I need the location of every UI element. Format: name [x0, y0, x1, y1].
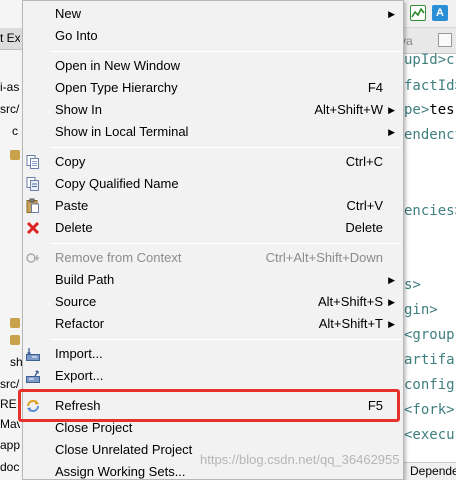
status-tab[interactable]: Depende — [404, 462, 456, 480]
submenu-arrow-icon: ▶ — [388, 127, 395, 137]
export-icon — [25, 368, 41, 384]
package-icon — [10, 318, 20, 328]
project-explorer-tab[interactable]: t Ex — [0, 28, 22, 50]
menu-item-label: Show In — [55, 102, 102, 117]
menu-item-shortcut: Ctrl+V — [346, 198, 383, 213]
menu-item-copy-qualified-name[interactable]: Copy Qualified Name — [23, 173, 403, 195]
font-icon[interactable]: A — [432, 5, 448, 21]
tree-item[interactable]: appl — [0, 438, 20, 452]
highlight-annotation-box — [18, 389, 400, 422]
code-line: s> — [404, 277, 421, 293]
menu-item-shortcut: Alt+Shift+W — [314, 102, 383, 117]
menu-item-label: Open Type Hierarchy — [55, 80, 178, 95]
menu-item-shortcut: Delete — [345, 220, 383, 235]
menu-item-show-in-local-terminal[interactable]: Show in Local Terminal ▶ — [23, 121, 403, 143]
chart-icon[interactable] — [410, 5, 426, 21]
code-line: <execu — [404, 427, 455, 443]
menu-item-shortcut: F4 — [367, 80, 383, 95]
menu-separator — [51, 51, 401, 52]
menu-item-shortcut: Ctrl+Alt+Shift+Down — [265, 250, 383, 265]
tree-item[interactable]: Mav — [0, 417, 20, 431]
menu-item-label: Source — [55, 294, 97, 309]
menu-separator — [51, 147, 401, 148]
menu-item-label: Assign Working Sets... — [55, 464, 186, 479]
code-line: configur — [404, 377, 456, 393]
menu-item-new[interactable]: New ▶ — [23, 3, 403, 25]
menu-item-label: Export... — [55, 368, 104, 383]
menu-item-label: Remove from Context — [55, 250, 182, 265]
tree-item[interactable]: i-as — [0, 80, 20, 94]
menu-item-paste[interactable]: Paste Ctrl+V — [23, 195, 403, 217]
menu-item-shortcut: Alt+Shift+S — [317, 294, 383, 309]
paste-icon — [25, 198, 41, 214]
package-icon — [10, 150, 20, 160]
submenu-arrow-icon: ▶ — [388, 9, 395, 19]
menu-item-label: Import... — [55, 346, 103, 361]
package-icon — [10, 335, 20, 345]
tree-item[interactable]: src/ — [0, 377, 20, 391]
code-line: factId> — [404, 78, 456, 94]
submenu-arrow-icon: ▶ — [388, 297, 395, 307]
menu-item-label: Delete — [55, 220, 93, 235]
menu-item-label: Close Unrelated Project — [55, 442, 193, 457]
tree-item[interactable]: doc — [0, 460, 20, 474]
menu-item-copy[interactable]: Copy Ctrl+C — [23, 151, 403, 173]
menu-item-label: New — [55, 6, 82, 21]
menu-separator — [51, 243, 401, 244]
menu-item-show-in[interactable]: Show In Alt+Shift+W ▶ — [23, 99, 403, 121]
submenu-arrow-icon: ▶ — [388, 275, 395, 285]
menu-item-shortcut: Alt+Shift+T — [318, 316, 383, 331]
copy-icon — [25, 154, 41, 170]
code-line: pe>tes — [404, 102, 455, 118]
menu-item-open-type-hierarchy[interactable]: Open Type Hierarchy F4 — [23, 77, 403, 99]
menu-item-shortcut: Ctrl+C — [345, 154, 383, 169]
code-line: upId>c — [404, 52, 455, 68]
code-line: gin> — [404, 302, 438, 318]
code-line: endency — [404, 127, 456, 143]
code-line: encies> — [404, 203, 456, 219]
menu-item-import[interactable]: Import... — [23, 343, 403, 365]
menu-item-go-into[interactable]: Go Into — [23, 25, 403, 47]
code-line: artifactI — [404, 352, 456, 368]
menu-item-label: Open in New Window — [55, 58, 180, 73]
tree-item[interactable]: RE — [0, 397, 20, 411]
menu-item-label: Show in Local Terminal — [55, 124, 189, 139]
menu-item-remove-from-context: Remove from Context Ctrl+Alt+Shift+Down — [23, 247, 403, 269]
menu-item-label: Copy Qualified Name — [55, 176, 179, 191]
delete-icon — [25, 220, 41, 236]
import-icon — [25, 346, 41, 362]
tree-item[interactable]: src/ — [0, 102, 20, 116]
menu-item-export[interactable]: Export... — [23, 365, 403, 387]
code-line: <groupIc — [404, 327, 456, 343]
menu-item-label: Build Path — [55, 272, 115, 287]
menu-item-label: Go Into — [55, 28, 98, 43]
toolbar: A — [404, 0, 456, 28]
submenu-arrow-icon: ▶ — [388, 105, 395, 115]
watermark-text: https://blog.csdn.net/qq_36462955 — [200, 452, 400, 467]
submenu-arrow-icon: ▶ — [388, 319, 395, 329]
menu-item-label: Copy — [55, 154, 86, 169]
code-line: <fork> — [404, 402, 455, 418]
menu-item-refactor[interactable]: Refactor Alt+Shift+T ▶ — [23, 313, 403, 335]
menu-item-build-path[interactable]: Build Path ▶ — [23, 269, 403, 291]
remove-context-icon — [25, 250, 41, 266]
menu-separator — [51, 339, 401, 340]
menu-item-delete[interactable]: Delete Delete — [23, 217, 403, 239]
maximize-icon[interactable] — [438, 33, 452, 47]
copy-qualified-icon — [25, 176, 41, 192]
menu-item-label: Refactor — [55, 316, 105, 331]
menu-item-label: Paste — [55, 198, 89, 213]
editor-tabs: va — [400, 28, 456, 54]
menu-item-source[interactable]: Source Alt+Shift+S ▶ — [23, 291, 403, 313]
menu-item-open-in-new-window[interactable]: Open in New Window — [23, 55, 403, 77]
project-explorer-tab-label: t Ex — [0, 31, 20, 45]
